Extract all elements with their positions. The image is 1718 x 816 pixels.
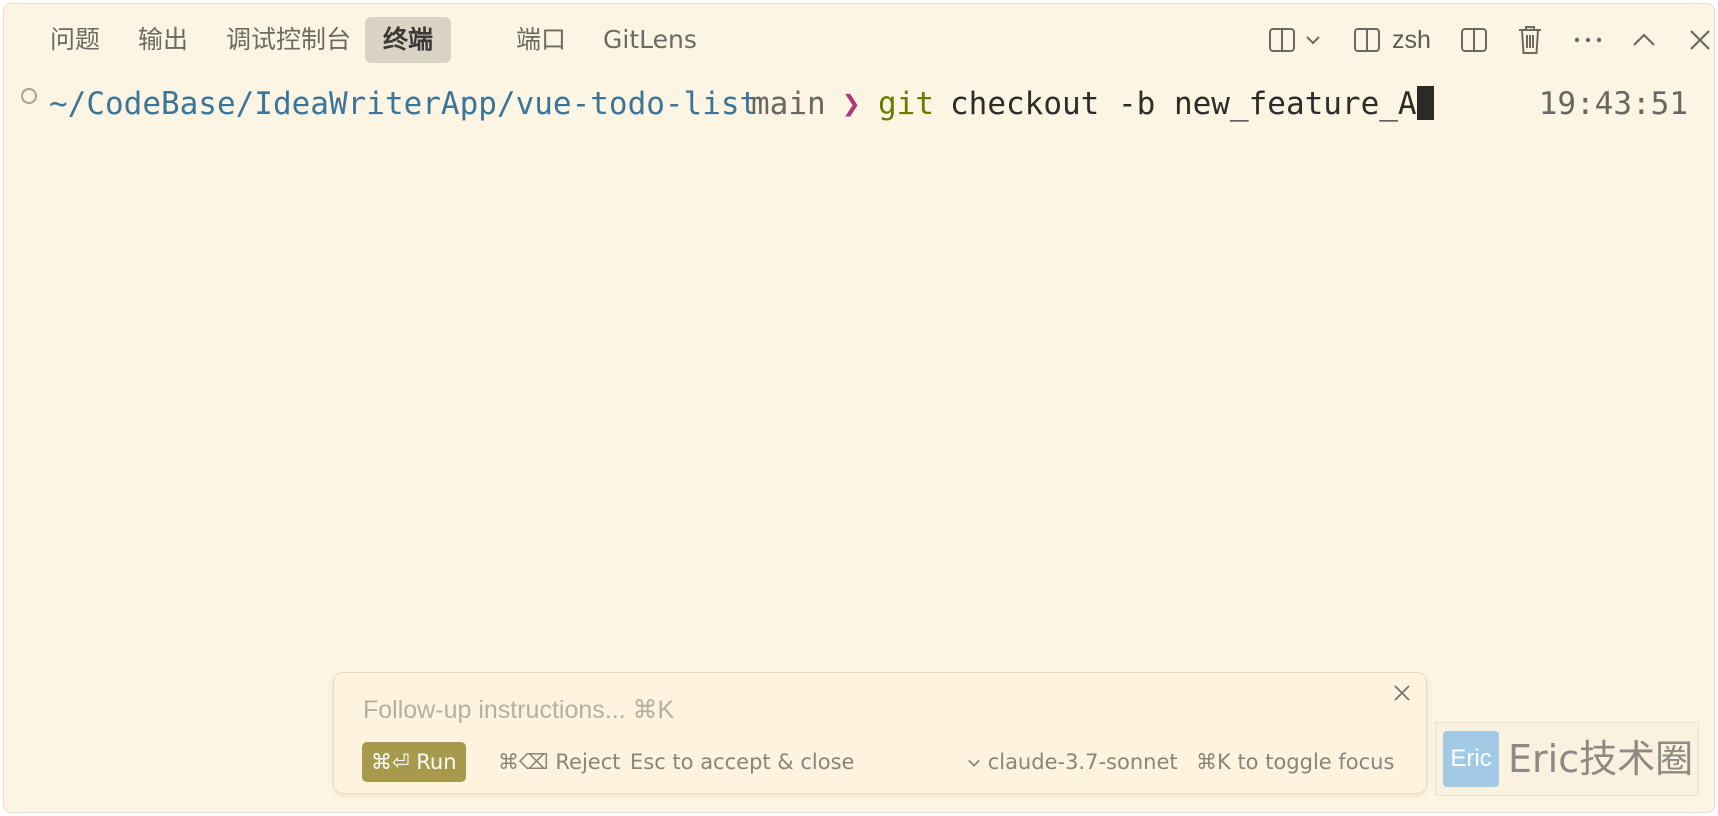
run-button[interactable]: ⌘⏎ Run — [362, 742, 466, 782]
layout-dropdown-button[interactable] — [1267, 22, 1321, 58]
prompt-branch: main — [751, 86, 826, 122]
close-icon — [1390, 685, 1414, 709]
tab-debug-console[interactable]: 调试控制台 — [208, 17, 369, 63]
terminal-split-icon — [1352, 25, 1382, 55]
split-editor-icon — [1459, 25, 1489, 55]
toggle-focus-hint: ⌘K to toggle focus — [1196, 750, 1395, 774]
split-layout-icon — [1267, 25, 1297, 55]
more-actions-button[interactable] — [1573, 22, 1603, 58]
tab-ports[interactable]: 端口 — [498, 17, 584, 63]
terminal-cursor — [1416, 86, 1434, 120]
prompt-symbol: ❯ — [842, 86, 861, 122]
tab-output[interactable]: 输出 — [120, 17, 206, 63]
followup-input[interactable]: Follow-up instructions... ⌘K — [363, 695, 674, 725]
panel-tab-bar: 问题 输出 调试控制台 终端 端口 GitLens zsh — [4, 4, 1714, 74]
terminal-panel: 问题 输出 调试控制台 终端 端口 GitLens zsh ~/CodeBase… — [3, 3, 1715, 813]
close-panel-button[interactable] — [1688, 22, 1712, 58]
followup-instructions-box: Follow-up instructions... ⌘K ⌘⏎ Run ⌘⌫ R… — [333, 672, 1427, 794]
chevron-down-icon — [1305, 32, 1321, 48]
maximize-panel-button[interactable] — [1631, 22, 1657, 58]
watermark-logo: Eric — [1443, 731, 1499, 787]
close-followup-button[interactable] — [1390, 681, 1414, 705]
split-terminal-button[interactable] — [1459, 22, 1489, 58]
chevron-up-icon — [1631, 27, 1657, 53]
prompt-time: 19:43:51 — [1538, 86, 1688, 122]
tab-gitlens[interactable]: GitLens — [585, 17, 715, 63]
more-icon — [1573, 25, 1603, 55]
command-name: git — [878, 86, 934, 122]
tab-terminal[interactable]: 终端 — [365, 17, 452, 63]
command-args: checkout -b new_feature_A — [950, 86, 1417, 122]
prompt-path: ~/CodeBase/IdeaWriterApp/vue-todo-list — [49, 86, 759, 122]
model-label: claude-3.7-sonnet — [987, 750, 1178, 774]
reject-button[interactable]: ⌘⌫ Reject — [498, 742, 620, 782]
tab-problems[interactable]: 问题 — [32, 17, 118, 63]
shell-name-label: zsh — [1392, 25, 1431, 54]
kill-terminal-button[interactable] — [1516, 22, 1544, 58]
trash-icon — [1516, 24, 1544, 56]
watermark: Eric Eric技术圈 — [1435, 722, 1699, 796]
close-icon — [1688, 28, 1712, 52]
watermark-text: Eric技术圈 — [1508, 737, 1694, 781]
command-status-icon — [21, 88, 37, 104]
chevron-down-icon — [967, 750, 988, 774]
model-selector[interactable]: claude-3.7-sonnet — [967, 742, 1178, 782]
command-args-group: checkout -b new_feature_A — [950, 82, 1434, 126]
accept-close-button[interactable]: Esc to accept & close — [630, 742, 854, 782]
terminal-instance-zsh[interactable]: zsh — [1352, 22, 1431, 58]
